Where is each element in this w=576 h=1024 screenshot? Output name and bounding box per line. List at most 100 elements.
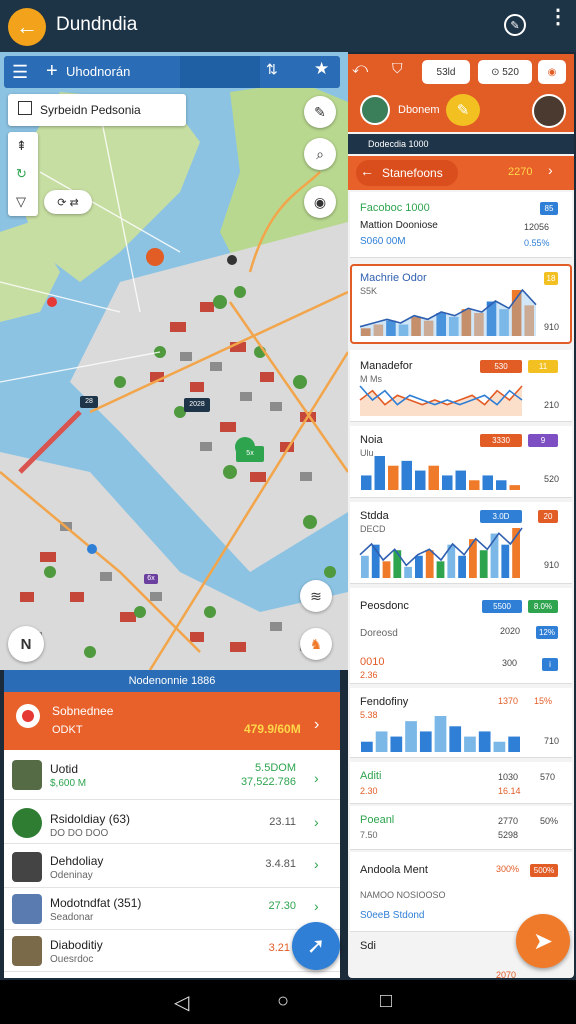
list-hero-card[interactable] (4, 692, 340, 750)
search-icon[interactable]: ⌕ (304, 138, 336, 170)
card-badge: 9 (528, 434, 558, 447)
chart-bar (496, 480, 507, 490)
back-nav-icon[interactable]: ◁ (174, 990, 189, 1015)
map-marker[interactable]: 2028 (184, 398, 210, 412)
layers-fab-icon[interactable]: ≋ (300, 580, 332, 612)
chevron-right-icon[interactable]: › (314, 856, 319, 872)
send-button[interactable]: ➤ (516, 914, 570, 968)
map-marker[interactable]: 6x (144, 574, 158, 584)
navigate-button[interactable]: ➚ (292, 922, 340, 970)
list-item-name: Diaboditiy (50, 938, 103, 952)
map-marker[interactable]: 5x (236, 446, 264, 462)
chart-bar (382, 561, 391, 578)
thumbnail (12, 760, 42, 790)
layers-icon (18, 101, 32, 115)
card-title: Stdda (360, 510, 389, 522)
chevron-right-icon[interactable]: › (548, 162, 553, 178)
location-icon[interactable]: ◉ (304, 186, 336, 218)
info-icon[interactable]: i (542, 658, 558, 671)
card-badge: 5500 (482, 600, 522, 613)
map-view[interactable] (0, 52, 348, 670)
card-value: 910 (544, 560, 560, 570)
chevron-right-icon[interactable]: › (314, 770, 319, 786)
map-toolbar-segment (180, 56, 260, 88)
pet-icon[interactable]: ♞ (300, 628, 332, 660)
card-title: Fendofiny (360, 696, 409, 708)
avatar[interactable] (532, 94, 566, 128)
chevron-right-icon[interactable]: › (314, 814, 319, 830)
card-badge: 3330 (480, 434, 522, 447)
edit-icon[interactable]: ✎ (504, 14, 526, 36)
card-value: 15% (534, 696, 553, 706)
section-nav-label: Stanefoons (382, 166, 443, 180)
map-marker[interactable]: 28 (80, 396, 98, 408)
card-subtitle: 2.30 (360, 786, 378, 796)
filter-pill[interactable]: 53ld (422, 60, 470, 84)
refresh-icon[interactable]: ↻ (16, 166, 27, 182)
section-bar: Dodecdia 1000 (348, 134, 574, 154)
chart-bar (361, 555, 369, 578)
list-item-sub: $,600 M (50, 778, 87, 789)
chart-bar (509, 485, 520, 490)
map-canvas (0, 52, 348, 670)
card-value: 300 (502, 658, 518, 668)
avatar[interactable] (360, 95, 390, 125)
chart-bar (401, 460, 412, 490)
home-nav-icon[interactable]: ○ (277, 990, 289, 1013)
chevron-right-icon[interactable]: › (314, 716, 319, 734)
chart-bar (508, 736, 520, 752)
chart-bar (464, 736, 476, 752)
star-icon[interactable]: ★ (314, 59, 329, 79)
filter-icon[interactable]: ▽ (16, 194, 26, 210)
card-badge: 12% (536, 626, 558, 639)
card-badge: 20 (538, 510, 558, 523)
chart-bar (469, 539, 477, 578)
card-title: Sdi (360, 940, 376, 952)
swap-icon[interactable]: ⇅ (266, 61, 278, 78)
back-button[interactable]: ← (8, 8, 46, 46)
stat-card[interactable] (350, 762, 572, 804)
card-title: Facoboc 1000 (360, 202, 430, 214)
list-item-value: 27.30 (268, 900, 296, 912)
arrow-left-icon[interactable]: ← (360, 163, 374, 179)
chart-area (360, 290, 536, 336)
back-arrow-icon[interactable]: ⤺ (352, 60, 382, 84)
route-chip[interactable]: ⟳ ⇄ (44, 190, 92, 214)
chart-bar (501, 544, 510, 578)
list-item-name: Uotid (50, 762, 79, 776)
card-subtitle: 0010 (360, 656, 385, 668)
chart-bar (428, 465, 439, 490)
map-toolbar-label[interactable]: Uhodnorán (66, 64, 130, 79)
thumbnail (12, 852, 42, 882)
card-badge: 530 (480, 360, 522, 373)
navigation-icon[interactable]: ⇞ (16, 138, 27, 154)
record-icon[interactable]: ◉ (538, 60, 566, 84)
chart-bar (478, 731, 491, 752)
bar-chart (359, 527, 523, 578)
chevron-right-icon[interactable]: › (314, 898, 319, 914)
stat-card[interactable] (350, 806, 572, 850)
menu-icon[interactable]: ☰ (12, 62, 28, 83)
chart-bar (455, 470, 466, 490)
map-search-text[interactable]: Syrbeidn Pedsonia (40, 103, 141, 117)
edit-badge-icon[interactable]: ✎ (446, 94, 480, 126)
count-pill[interactable]: ⊙ 520 (478, 60, 532, 84)
more-vert-icon[interactable]: ⋮ (548, 7, 568, 27)
thumbnail (12, 936, 42, 966)
chart-bar (442, 475, 453, 490)
list-item-sub: Odeninay (50, 870, 93, 881)
chart-bar (434, 716, 447, 752)
plus-icon[interactable]: + (46, 60, 58, 83)
shield-icon[interactable]: ⛉ (392, 60, 412, 84)
card-value: 210 (544, 400, 560, 410)
compass-icon[interactable]: N (8, 626, 44, 662)
card-value: 5298 (498, 830, 519, 840)
pen-icon[interactable]: ✎ (304, 96, 336, 128)
card-value: 16.14 (498, 786, 521, 796)
card-title: Manadefor (360, 360, 413, 372)
card-value: 710 (544, 736, 560, 746)
card-value: 520 (544, 474, 560, 484)
recents-nav-icon[interactable]: □ (380, 990, 392, 1013)
card-title: Machrie Odor (360, 272, 427, 284)
chart-bar (469, 480, 480, 490)
